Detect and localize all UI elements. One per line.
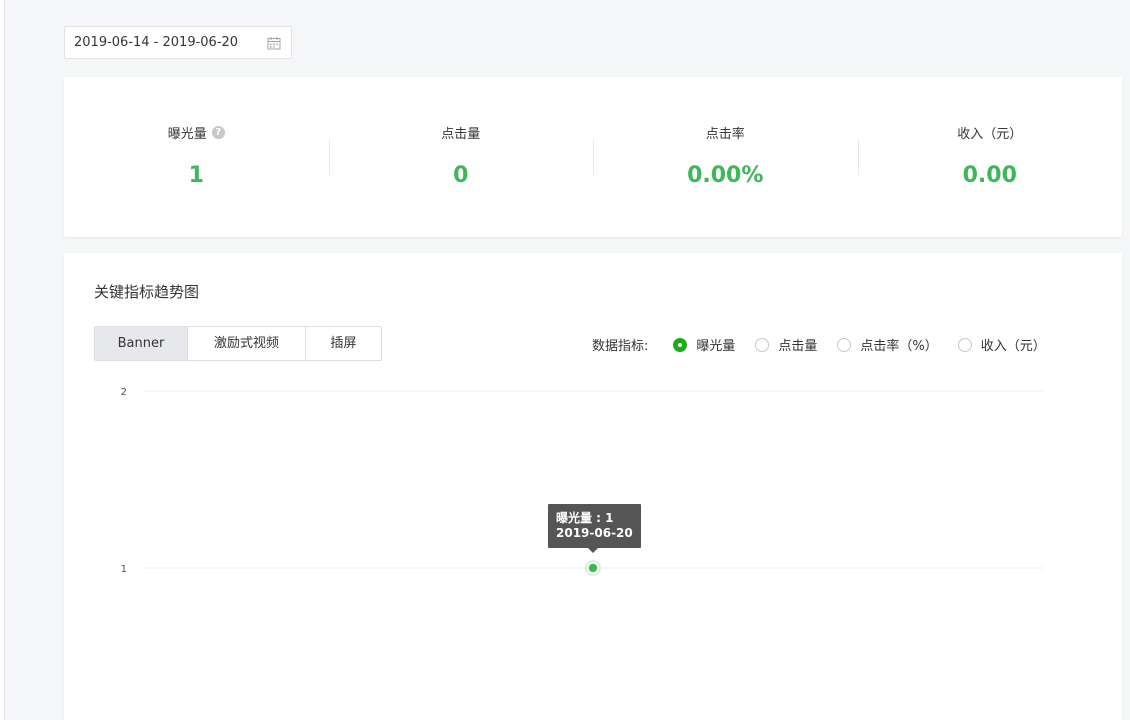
- stat-label: 收入（元）: [957, 127, 1023, 142]
- stat-label: 点击量: [441, 127, 481, 142]
- calendar-icon[interactable]: [267, 36, 281, 50]
- stat-label: 曝光量: [167, 127, 207, 142]
- page: 2019-06-14 - 2019-06-20 曝光量 ? 1 点击量 0 点击…: [0, 0, 1130, 720]
- date-range-value: 2019-06-14 - 2019-06-20: [74, 35, 239, 50]
- trend-chart: 21: [121, 387, 1044, 576]
- stat-clicks: 点击量 0: [328, 77, 594, 237]
- stat-label-row: 收入（元）: [858, 123, 1123, 142]
- y-tick-label: 2: [121, 387, 127, 398]
- date-range-picker[interactable]: 2019-06-14 - 2019-06-20: [64, 26, 292, 59]
- stat-label: 点击率: [705, 127, 745, 142]
- chart-tooltip: 曝光量 : 1 2019-06-20: [548, 504, 641, 553]
- stat-value: 0: [453, 163, 469, 188]
- stat-revenue: 收入（元） 0.00: [857, 77, 1123, 237]
- left-panel-edge: [0, 0, 5, 720]
- stat-label-row: 曝光量 ?: [64, 123, 329, 142]
- stat-label-row: 点击量: [329, 123, 594, 142]
- stat-label-row: 点击率: [593, 123, 858, 142]
- stat-value: 0.00: [962, 163, 1017, 188]
- stats-summary-card: 曝光量 ? 1 点击量 0 点击率 0.00% 收入（元） 0.00: [64, 77, 1122, 237]
- trend-card: 关键指标趋势图 Banner 激励式视频 插屏 数据指标: 曝光量 点击量 点击…: [64, 253, 1122, 720]
- y-tick-label: 1: [121, 564, 127, 575]
- stat-ctr: 点击率 0.00%: [593, 77, 858, 237]
- tooltip-line-1: 曝光量 : 1: [556, 511, 614, 525]
- stat-value: 0.00%: [687, 163, 764, 188]
- help-icon[interactable]: ?: [211, 126, 225, 139]
- data-point[interactable]: [587, 562, 599, 574]
- tooltip-line-2: 2019-06-20: [556, 526, 633, 540]
- stat-impressions: 曝光量 ? 1: [64, 77, 329, 237]
- stat-value: 1: [188, 163, 204, 188]
